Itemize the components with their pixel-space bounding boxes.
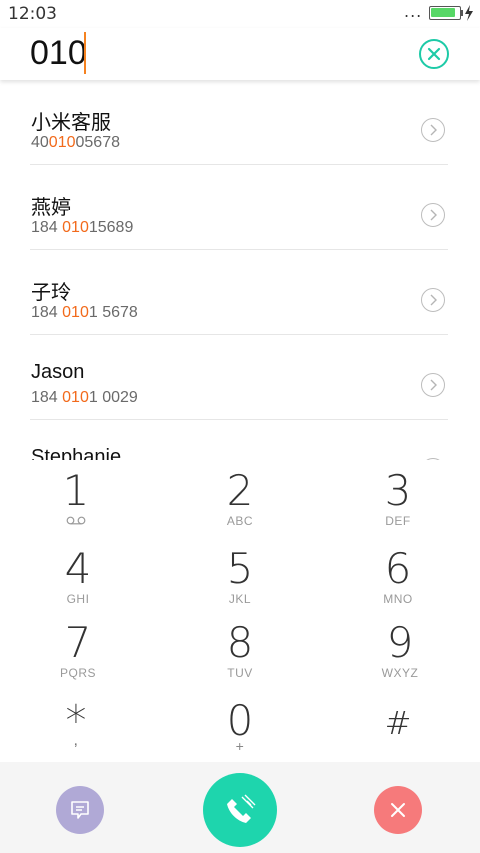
chevron-right-icon [430, 379, 437, 391]
key-letters: + [235, 738, 245, 754]
contact-name: 子玲 [31, 282, 71, 304]
dial-input-bar: 010 [0, 28, 480, 80]
phone-call-icon [227, 794, 256, 823]
contact-row[interactable]: 燕婷 184 01015689 [30, 165, 448, 250]
key-9[interactable]: 9 WXYZ [340, 620, 460, 694]
contact-name: 燕婷 [31, 197, 71, 219]
key-3[interactable]: 3 DEF [338, 468, 458, 542]
contact-detail-button[interactable] [421, 118, 445, 142]
key-5[interactable]: 5 JKL [180, 546, 300, 620]
key-letters: MNO [383, 592, 413, 606]
number-match-highlight: 010 [62, 304, 89, 321]
dial-keypad: 1 2 ABC 3 DEF 4 GHI 5 JKL 6 MNO 7 PQRS 8… [0, 460, 480, 762]
close-icon [391, 803, 405, 817]
close-circle-icon [427, 47, 441, 61]
key-letters: DEF [385, 514, 411, 528]
contact-row[interactable]: Stephanie [30, 420, 448, 460]
battery-icon [429, 6, 461, 20]
key-letters: , [73, 732, 79, 749]
contact-name: Jason [31, 361, 85, 383]
clear-input-button[interactable] [419, 39, 449, 69]
key-4[interactable]: 4 GHI [18, 546, 138, 620]
key-digit: 3 [384, 466, 412, 515]
key-letters: PQRS [59, 666, 96, 680]
number-match-highlight: 010 [48, 134, 76, 151]
key-8[interactable]: 8 TUV [180, 620, 300, 694]
battery-fill [431, 8, 455, 17]
key-digit: 4 [64, 544, 92, 593]
key-star[interactable]: * , [16, 698, 136, 772]
signal-dots: ... [404, 2, 423, 21]
number-match-highlight: 010 [62, 219, 89, 236]
contact-detail-button[interactable] [421, 373, 445, 397]
charging-icon [465, 5, 473, 21]
contact-row[interactable]: 子玲 184 0101 5678 [30, 250, 448, 335]
key-2[interactable]: 2 ABC [180, 468, 300, 542]
key-letters: GHI [66, 592, 90, 606]
chevron-right-icon [430, 209, 437, 221]
contact-name: 小米客服 [31, 112, 111, 134]
status-bar: 12:03 ... [0, 0, 480, 28]
text-caret [84, 32, 86, 74]
contact-number: 184 0101 5678 [31, 304, 138, 321]
key-digit: 9 [386, 618, 414, 667]
key-7[interactable]: 7 PQRS [18, 620, 138, 694]
contact-detail-button[interactable] [421, 288, 445, 312]
contact-name: Stephanie [31, 446, 122, 460]
call-button[interactable] [203, 773, 277, 847]
contact-detail-button[interactable] [421, 203, 445, 227]
key-digit: 2 [226, 466, 254, 515]
key-digit: # [384, 704, 412, 742]
key-digit: 8 [226, 618, 254, 667]
key-digit: 6 [384, 544, 412, 593]
contact-row[interactable]: 小米客服 4001005678 [30, 80, 448, 165]
voicemail-icon [66, 516, 86, 525]
status-time: 12:03 [8, 4, 57, 24]
chevron-right-icon [430, 294, 437, 306]
key-digit: 5 [226, 544, 254, 593]
battery-tip [461, 10, 463, 16]
key-letters: TUV [227, 666, 253, 680]
dialed-number[interactable]: 010 [30, 34, 87, 73]
send-message-button[interactable] [56, 786, 104, 834]
delete-button[interactable] [374, 786, 422, 834]
contact-number: 4001005678 [31, 134, 120, 151]
contact-results-list[interactable]: 小米客服 4001005678 燕婷 184 01015689 子玲 184 0… [0, 80, 480, 460]
chevron-right-icon [430, 124, 437, 136]
key-digit: 1 [62, 466, 90, 515]
contact-number: 184 0101 0029 [31, 389, 138, 406]
key-digit: 7 [64, 618, 92, 667]
number-match-highlight: 010 [62, 389, 89, 406]
key-1[interactable]: 1 [16, 468, 136, 542]
contact-number: 184 01015689 [31, 219, 134, 236]
key-letters: WXYZ [381, 666, 419, 680]
key-0[interactable]: 0 + [180, 698, 300, 772]
contact-row[interactable]: Jason 184 0101 0029 [30, 335, 448, 420]
key-6[interactable]: 6 MNO [338, 546, 458, 620]
key-letters: ABC [226, 514, 254, 528]
dialer-action-bar [0, 762, 480, 853]
key-letters: JKL [228, 592, 252, 606]
message-icon [71, 801, 89, 819]
